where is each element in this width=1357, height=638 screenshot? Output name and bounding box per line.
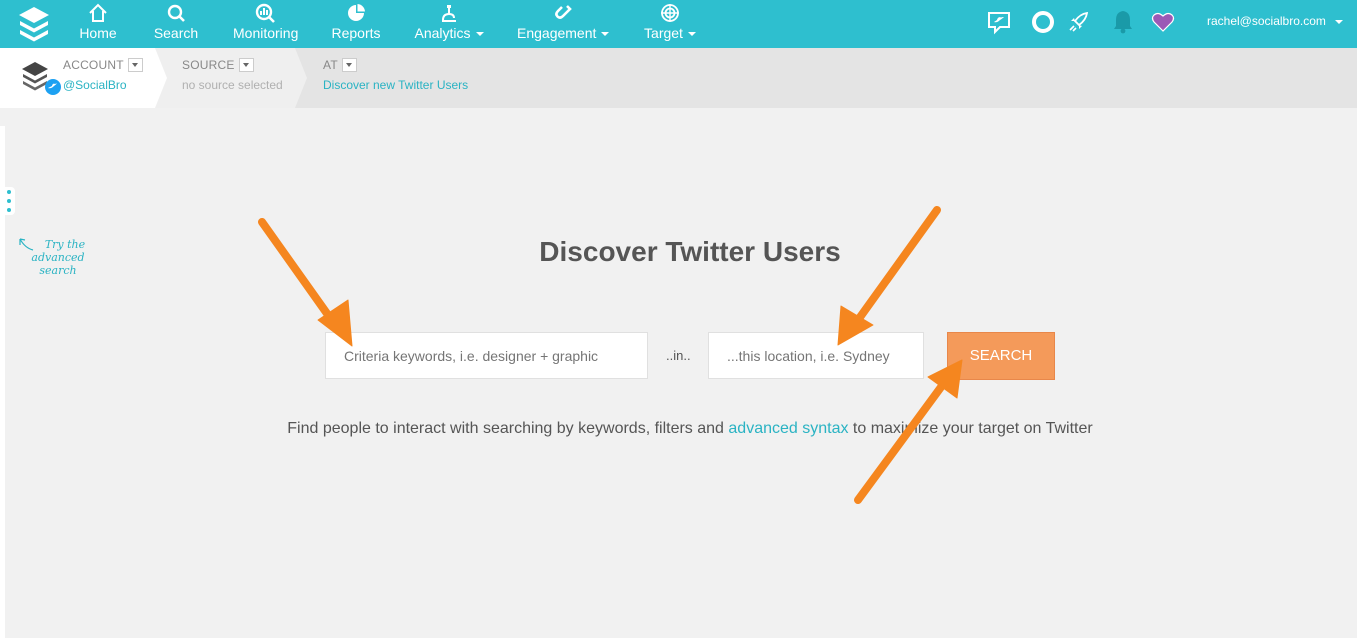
breadcrumb: ACCOUNT @SocialBro SOURCE no source sele… (0, 48, 1357, 108)
favorites-heart-icon[interactable] (1150, 9, 1176, 35)
pie-chart-icon (331, 3, 381, 25)
breadcrumb-divider (155, 48, 167, 108)
annotation-arrow-icon (837, 206, 941, 346)
home-icon (76, 3, 120, 25)
search-icon (153, 3, 199, 25)
chevron-down-icon (601, 32, 610, 37)
advanced-search-toggle[interactable] (3, 187, 15, 215)
nav-monitoring-label: Monitoring (233, 25, 299, 41)
at-value[interactable]: Discover new Twitter Users (323, 78, 468, 92)
search-button[interactable]: SEARCH (947, 332, 1055, 380)
chevron-down-icon (687, 32, 696, 37)
account-title-label: ACCOUNT (63, 58, 124, 72)
magnet-icon (517, 3, 609, 25)
nav-engagement-label: Engagement (517, 25, 597, 41)
location-input[interactable] (708, 332, 924, 379)
tweet-compose-icon[interactable] (986, 9, 1012, 35)
source-title-label: SOURCE (182, 58, 235, 72)
chevron-down-icon (1334, 19, 1343, 24)
source-title[interactable]: SOURCE (182, 57, 254, 73)
dot-icon (7, 190, 11, 194)
account-handle[interactable]: @SocialBro (63, 78, 127, 92)
rocket-icon[interactable] (1066, 9, 1092, 35)
dot-icon (7, 208, 11, 212)
nav-reports-label: Reports (331, 25, 381, 41)
nav-analytics-label: Analytics (414, 25, 471, 41)
target-icon (642, 3, 698, 25)
nav-target[interactable]: Target (642, 3, 698, 45)
page-description: Find people to interact with searching b… (0, 420, 1357, 438)
monitoring-icon (233, 3, 297, 25)
in-separator: ..in.. (666, 348, 691, 363)
at-title-label: AT (323, 58, 338, 72)
nav-search-label: Search (153, 25, 199, 41)
desc-text: Find people to interact with searching b… (287, 420, 729, 437)
nav-engagement[interactable]: Engagement (517, 3, 610, 45)
user-menu[interactable]: rachel@socialbro.com (1207, 14, 1343, 28)
breadcrumb-divider (295, 48, 307, 108)
dot-icon (7, 199, 11, 203)
help-lifebuoy-icon[interactable] (1030, 9, 1056, 35)
notifications-bell-icon[interactable] (1110, 9, 1136, 35)
account-title[interactable]: ACCOUNT (63, 57, 143, 73)
socialbro-logo-icon[interactable] (17, 5, 51, 43)
chevron-down-icon (475, 32, 484, 37)
nav-analytics[interactable]: Analytics (414, 3, 484, 45)
microscope-icon (414, 3, 484, 25)
dropdown-toggle-icon[interactable] (127, 57, 143, 72)
source-value: no source selected (182, 78, 283, 92)
page-title: Discover Twitter Users (539, 236, 841, 267)
nav-monitoring[interactable]: Monitoring (233, 3, 299, 45)
nav-target-label: Target (644, 25, 683, 41)
user-email: rachel@socialbro.com (1207, 14, 1326, 28)
advanced-syntax-link[interactable]: advanced syntax (728, 420, 848, 437)
nav-home[interactable]: Home (76, 3, 120, 45)
top-nav-bar: Home Search Monitoring Reports Analytics… (0, 0, 1357, 48)
nav-search[interactable]: Search (153, 3, 199, 45)
at-title[interactable]: AT (323, 57, 357, 73)
dropdown-toggle-icon[interactable] (341, 57, 357, 72)
account-avatar-icon (22, 62, 61, 95)
nav-reports[interactable]: Reports (331, 3, 381, 45)
dropdown-toggle-icon[interactable] (238, 57, 254, 72)
desc-text: to maximize your target on Twitter (848, 420, 1093, 437)
nav-home-label: Home (79, 25, 117, 41)
keywords-input[interactable] (325, 332, 648, 379)
